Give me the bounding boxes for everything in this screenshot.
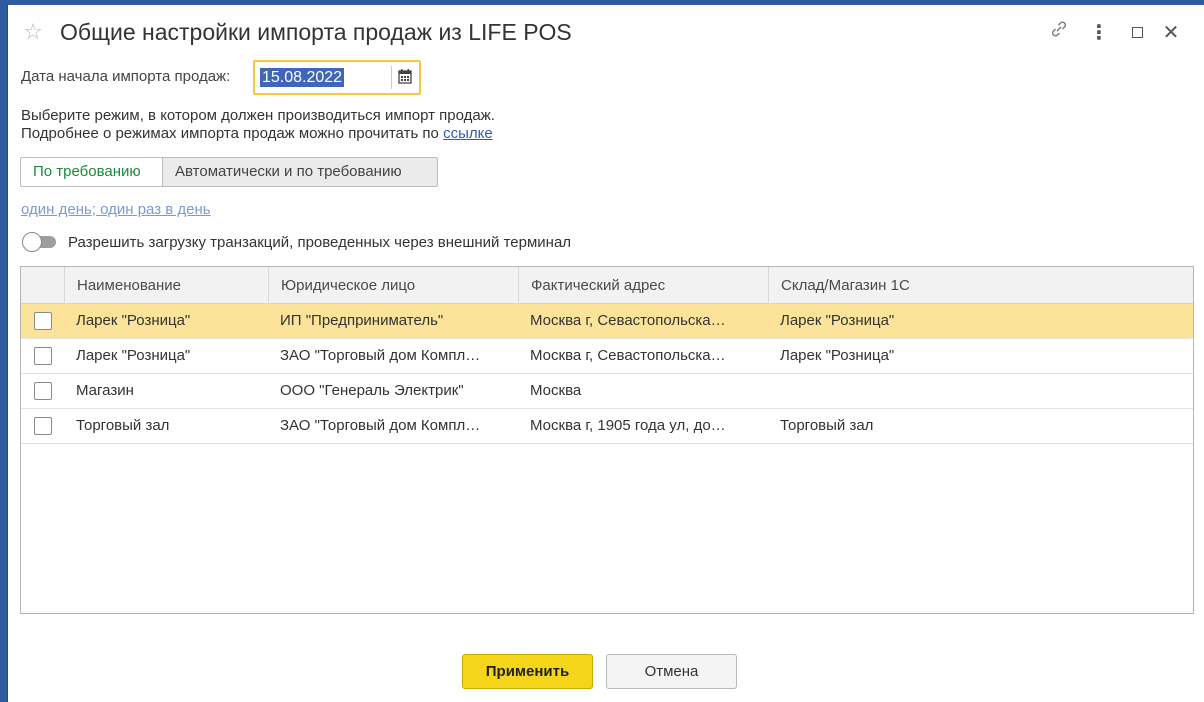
row-checkbox[interactable] xyxy=(34,347,52,365)
date-label: Дата начала импорта продаж: xyxy=(21,68,231,85)
apply-button[interactable]: Применить xyxy=(462,654,593,689)
hint-line-1: Выберите режим, в котором должен произво… xyxy=(21,107,495,124)
column-header-legal-entity[interactable]: Юридическое лицо xyxy=(268,267,518,304)
table-row[interactable]: Магазин ООО "Генераль Электрик" Москва xyxy=(21,374,1193,409)
column-header-address[interactable]: Фактический адрес xyxy=(518,267,768,304)
column-header-name[interactable]: Наименование xyxy=(64,267,268,304)
cell-name: Магазин xyxy=(76,382,134,399)
window-title: Общие настройки импорта продаж из LIFE P… xyxy=(60,19,572,45)
row-checkbox[interactable] xyxy=(34,382,52,400)
docs-link[interactable]: ссылке xyxy=(443,125,493,142)
cell-legal-entity: ЗАО "Торговый дом Компл… xyxy=(280,347,481,364)
cell-warehouse xyxy=(768,374,1018,408)
cell-address: Москва г, Севастопольска… xyxy=(530,312,726,329)
table-header: Наименование Юридическое лицо Фактически… xyxy=(21,267,1193,304)
link-icon-glyph xyxy=(1051,21,1067,37)
cell-warehouse: Ларек "Розница" xyxy=(780,347,895,364)
settings-window: ☆ Общие настройки импорта продаж из LIFE… xyxy=(7,5,1204,702)
cell-name: Ларек "Розница" xyxy=(76,312,191,329)
hint-line-2: Подробнее о режимах импорта продаж можно… xyxy=(21,125,495,143)
cell-legal-entity: ООО "Генераль Электрик" xyxy=(280,382,464,399)
terminal-toggle-label: Разрешить загрузку транзакций, проведенн… xyxy=(68,234,572,251)
column-header-warehouse[interactable]: Склад/Магазин 1С xyxy=(768,267,1193,304)
import-mode-switch: По требованию Автоматически и по требова… xyxy=(20,157,438,187)
stores-table: Наименование Юридическое лицо Фактически… xyxy=(20,266,1194,614)
date-value[interactable]: 15.08.2022 xyxy=(260,68,345,87)
more-vertical-icon[interactable]: ⋮ xyxy=(1086,19,1112,45)
row-checkbox[interactable] xyxy=(34,417,52,435)
hint-line-2-text: Подробнее о режимах импорта продаж можно… xyxy=(21,125,439,142)
cell-name: Торговый зал xyxy=(76,417,170,434)
cell-legal-entity: ЗАО "Торговый дом Компл… xyxy=(280,417,481,434)
mode-hint: Выберите режим, в котором должен произво… xyxy=(21,107,495,143)
cancel-button[interactable]: Отмена xyxy=(606,654,737,689)
row-checkbox[interactable] xyxy=(34,312,52,330)
cell-warehouse: Ларек "Розница" xyxy=(780,312,895,329)
mode-auto-button[interactable]: Автоматически и по требованию xyxy=(162,157,438,187)
calendar-icon[interactable] xyxy=(398,68,412,84)
table-row[interactable]: Ларек "Розница" ЗАО "Торговый дом Компл…… xyxy=(21,339,1193,374)
toggle-knob xyxy=(22,232,42,252)
schedule-link[interactable]: один день; один раз в день xyxy=(21,201,211,218)
star-icon[interactable]: ☆ xyxy=(20,20,46,46)
cell-address: Москва г, 1905 года ул, до… xyxy=(530,417,726,434)
table-row[interactable]: Ларек "Розница" ИП "Предприниматель" Мос… xyxy=(21,304,1193,339)
cell-warehouse: Торговый зал xyxy=(780,417,874,434)
cell-address: Москва г, Севастопольска… xyxy=(530,347,726,364)
date-field[interactable]: 15.08.2022 xyxy=(253,60,421,95)
mode-on-demand-button[interactable]: По требованию xyxy=(20,157,162,187)
table-row[interactable]: Торговый зал ЗАО "Торговый дом Компл… Мо… xyxy=(21,409,1193,444)
cell-name: Ларек "Розница" xyxy=(76,347,191,364)
title-bar: ☆ Общие настройки импорта продаж из LIFE… xyxy=(8,5,1204,57)
maximize-icon[interactable] xyxy=(1124,19,1150,45)
link-icon[interactable] xyxy=(1046,19,1072,45)
cell-legal-entity: ИП "Предприниматель" xyxy=(280,312,444,329)
close-icon[interactable]: ✕ xyxy=(1158,19,1184,45)
terminal-toggle[interactable] xyxy=(22,232,58,252)
cell-address: Москва xyxy=(530,382,582,399)
date-field-divider xyxy=(391,66,392,89)
